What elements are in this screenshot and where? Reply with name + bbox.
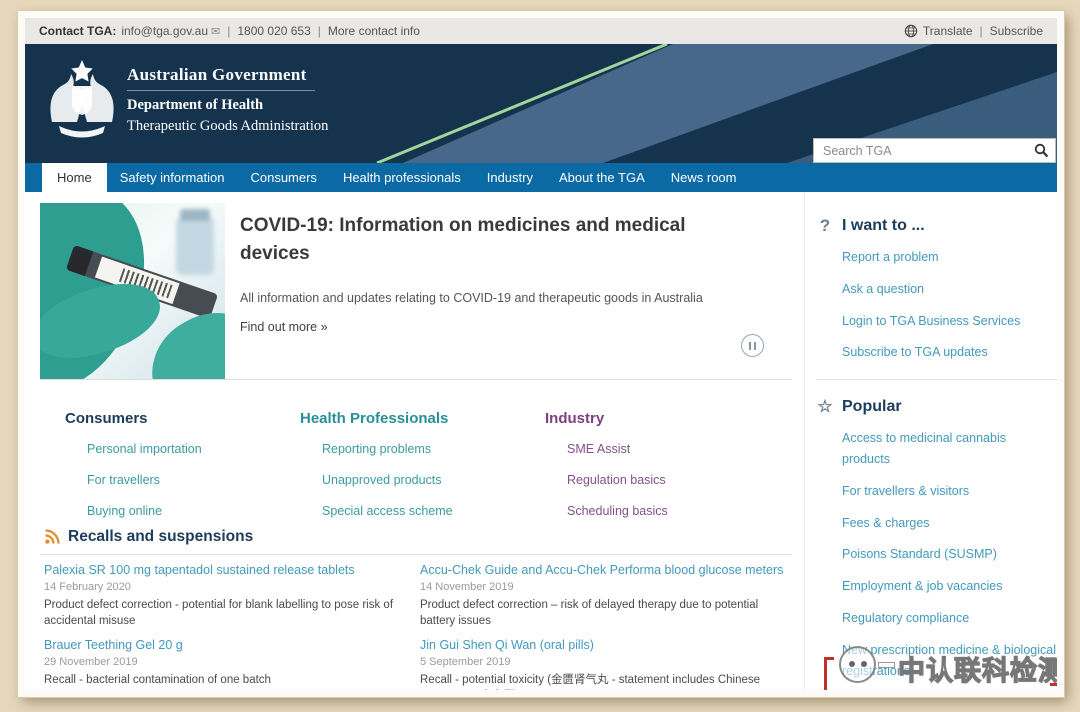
nav-tab-about-the-tga[interactable]: About the TGA [546, 163, 658, 192]
main-nav: Home Safety information Consumers Health… [25, 163, 1057, 192]
department-title: Department of Health [127, 97, 328, 114]
separator: | [980, 24, 983, 38]
contact-email-link[interactable]: info@tga.gov.au [121, 24, 208, 38]
coat-of-arms-icon [45, 58, 119, 140]
hero-description: All information and updates relating to … [240, 291, 800, 305]
link-employment-vacancies[interactable]: Employment & job vacancies [842, 579, 1003, 593]
separator: | [318, 24, 321, 38]
vial-shape [176, 217, 214, 275]
link-personal-importation[interactable]: Personal importation [87, 442, 202, 456]
link-subscribe-tga-updates[interactable]: Subscribe to TGA updates [842, 345, 988, 359]
recall-link[interactable]: Palexia SR 100 mg tapentadol sustained r… [44, 563, 404, 577]
agency-masthead: Australian Government Department of Heal… [127, 65, 328, 135]
hero-image [40, 203, 225, 380]
link-medicinal-cannabis[interactable]: Access to medicinal cannabis products [842, 431, 1006, 466]
masthead-divider [127, 90, 315, 91]
rss-icon [44, 529, 60, 545]
link-new-prescription-registrations[interactable]: New prescription medicine & biological r… [842, 643, 1056, 678]
question-mark-icon: ? [816, 216, 834, 236]
sidebar-heading: Popular [842, 398, 902, 416]
star-icon: ☆ [816, 397, 834, 417]
link-report-a-problem[interactable]: Report a problem [842, 250, 939, 264]
recall-item: Accu-Chek Guide and Accu-Chek Performa b… [420, 563, 795, 629]
nav-tab-safety-information[interactable]: Safety information [107, 163, 238, 192]
link-login-tga-business-services[interactable]: Login to TGA Business Services [842, 314, 1020, 328]
sidebar-section-popular: ☆ Popular Access to medicinal cannabis p… [816, 397, 1057, 690]
sidebar: ? I want to ... Report a problem Ask a q… [804, 192, 1057, 690]
recall-item: Palexia SR 100 mg tapentadol sustained r… [44, 563, 404, 629]
contact-label: Contact TGA: [39, 24, 116, 38]
nav-tab-health-professionals[interactable]: Health professionals [330, 163, 474, 192]
nav-tab-home[interactable]: Home [42, 163, 107, 192]
site-header: Australian Government Department of Heal… [25, 44, 1057, 163]
recall-description: Recall - potential toxicity (金匮肾气丸 - sta… [420, 672, 795, 690]
nav-tab-consumers[interactable]: Consumers [237, 163, 329, 192]
separator: | [227, 24, 230, 38]
translate-link[interactable]: Translate [923, 24, 973, 38]
quicklinks-industry: Industry SME Assist Regulation basics Sc… [545, 410, 668, 520]
browser-page: Contact TGA: info@tga.gov.au ✉ | 1800 02… [25, 18, 1057, 690]
search-input[interactable] [813, 138, 1056, 163]
quicklinks-health-professionals: Health Professionals Reporting problems … [300, 410, 453, 520]
link-poisons-standard[interactable]: Poisons Standard (SUSMP) [842, 547, 997, 561]
link-buying-online[interactable]: Buying online [87, 504, 162, 518]
link-fees-charges[interactable]: Fees & charges [842, 516, 930, 530]
find-out-more-link[interactable]: Find out more » [240, 320, 328, 334]
more-contact-link[interactable]: More contact info [328, 24, 420, 38]
link-scheduling-basics[interactable]: Scheduling basics [567, 504, 668, 518]
site-search [813, 138, 1056, 163]
nav-tab-industry[interactable]: Industry [474, 163, 546, 192]
search-icon[interactable] [1034, 143, 1049, 158]
link-travellers-visitors[interactable]: For travellers & visitors [842, 484, 969, 498]
recall-date: 5 September 2019 [420, 656, 795, 668]
recall-link[interactable]: Accu-Chek Guide and Accu-Chek Performa b… [420, 563, 795, 577]
link-reporting-problems[interactable]: Reporting problems [322, 442, 431, 456]
nav-tab-news-room[interactable]: News room [658, 163, 750, 192]
section-divider [40, 554, 792, 555]
recall-description: Recall - bacterial contamination of one … [44, 672, 404, 688]
recall-description: Product defect correction – risk of dela… [420, 597, 795, 629]
subscribe-link[interactable]: Subscribe [990, 24, 1043, 38]
recall-date: 29 November 2019 [44, 656, 404, 668]
column-title: Industry [545, 410, 668, 427]
link-unapproved-products[interactable]: Unapproved products [322, 473, 442, 487]
sidebar-heading: I want to ... [842, 217, 925, 235]
agency-title: Therapeutic Goods Administration [127, 118, 328, 135]
sidebar-divider [816, 379, 1057, 380]
recall-date: 14 February 2020 [44, 581, 404, 593]
column-title: Consumers [65, 410, 202, 427]
recall-link[interactable]: Brauer Teething Gel 20 g [44, 638, 404, 652]
link-regulatory-compliance[interactable]: Regulatory compliance [842, 611, 969, 625]
link-for-travellers[interactable]: For travellers [87, 473, 160, 487]
sidebar-section-i-want-to: ? I want to ... Report a problem Ask a q… [816, 216, 1057, 363]
recall-description: Product defect correction - potential fo… [44, 597, 404, 629]
quicklinks-consumers: Consumers Personal importation For trave… [65, 410, 202, 520]
recalls-heading: Recalls and suspensions [44, 528, 253, 546]
recalls-title: Recalls and suspensions [68, 528, 253, 546]
link-regulation-basics[interactable]: Regulation basics [567, 473, 666, 487]
column-title: Health Professionals [300, 410, 453, 427]
globe-icon [904, 24, 918, 38]
link-special-access-scheme[interactable]: Special access scheme [322, 504, 453, 518]
link-sme-assist[interactable]: SME Assist [567, 442, 630, 456]
recall-item: Jin Gui Shen Qi Wan (oral pills) 5 Septe… [420, 638, 795, 690]
envelope-icon: ✉ [211, 25, 220, 38]
recall-item: Brauer Teething Gel 20 g 29 November 201… [44, 638, 404, 688]
link-ask-a-question[interactable]: Ask a question [842, 282, 924, 296]
government-title: Australian Government [127, 65, 328, 85]
top-contact-bar: Contact TGA: info@tga.gov.au ✉ | 1800 02… [25, 18, 1057, 44]
recall-link[interactable]: Jin Gui Shen Qi Wan (oral pills) [420, 638, 795, 652]
carousel-pause-button[interactable] [741, 334, 764, 357]
recall-date: 14 November 2019 [420, 581, 795, 593]
hero-title: COVID-19: Information on medicines and m… [240, 212, 755, 267]
section-divider [40, 379, 792, 380]
contact-phone: 1800 020 653 [237, 24, 310, 38]
